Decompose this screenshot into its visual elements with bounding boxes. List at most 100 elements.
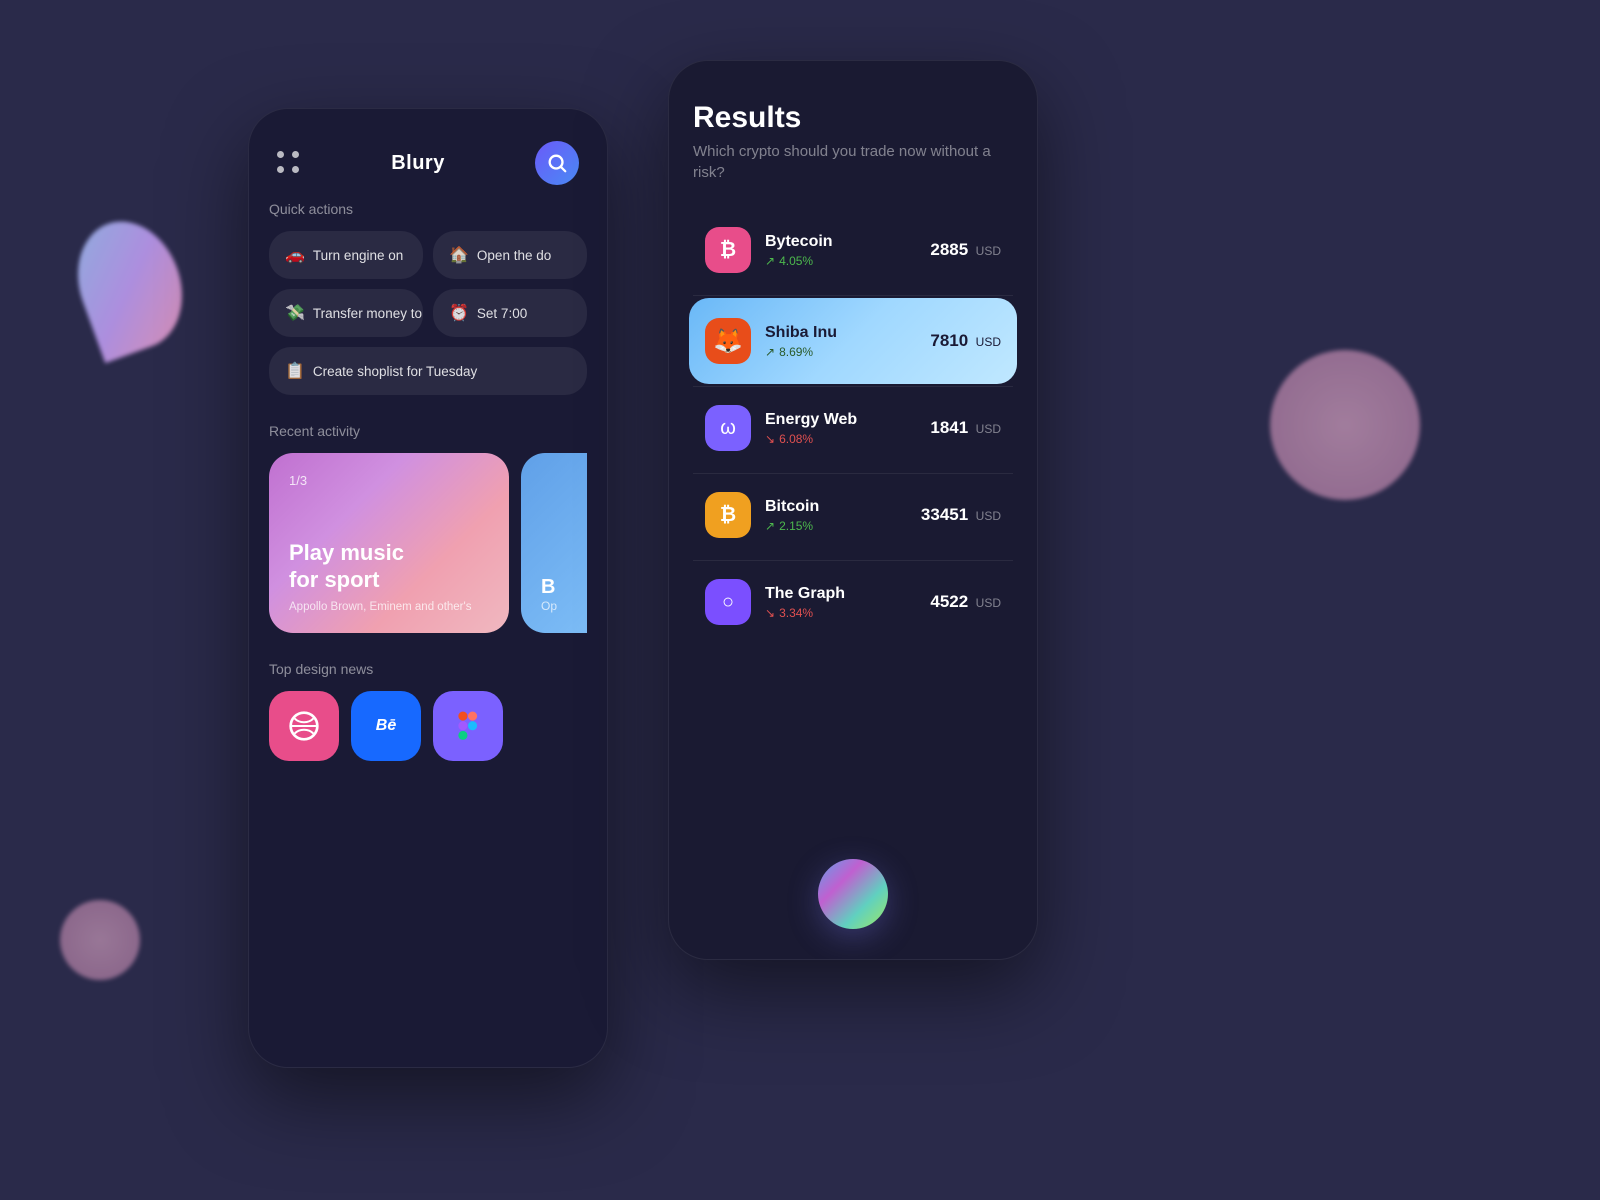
energy-change-value: 6.08% — [779, 432, 813, 446]
menu-button[interactable] — [277, 151, 301, 175]
divider-2 — [693, 386, 1013, 387]
card-subtitle-music: Appollo Brown, Eminem and other's — [289, 601, 489, 613]
app-title: Blury — [391, 152, 445, 175]
decorative-blob-pink-large — [1270, 350, 1420, 500]
phone-header: Blury — [249, 109, 607, 201]
search-button[interactable] — [535, 141, 579, 185]
action-shoplist[interactable]: 📋 Create shoplist for Tuesday — [269, 347, 587, 395]
energy-price-unit: USD — [976, 422, 1001, 436]
right-phone: Results Which crypto should you trade no… — [668, 60, 1038, 960]
action-text-alarm: Set 7:00 — [477, 306, 527, 321]
card-counter: 1/3 — [289, 473, 489, 488]
shiba-icon: 🦊 — [705, 318, 751, 364]
siri-assistant-ball[interactable] — [818, 859, 888, 929]
graph-price-num: 4522 — [930, 592, 968, 611]
divider-1 — [693, 295, 1013, 296]
bytecoin-change: ↗ 4.05% — [765, 254, 916, 268]
crypto-item-energy[interactable]: ω Energy Web ↘ 6.08% 1841 USD — [693, 389, 1013, 467]
car-emoji: 🚗 — [285, 245, 305, 265]
dribbble-button[interactable] — [269, 691, 339, 761]
crypto-list: ₿ Bytecoin ↗ 4.05% 2885 USD 🦊 Shiba Inu — [693, 211, 1013, 839]
crypto-item-shiba[interactable]: 🦊 Shiba Inu ↗ 8.69% 7810 USD — [689, 298, 1017, 384]
shiba-trend-arrow: ↗ — [765, 345, 775, 359]
energy-icon: ω — [705, 405, 751, 451]
news-icons: Bē — [269, 691, 587, 761]
graph-info: The Graph ↘ 3.34% — [765, 585, 916, 620]
action-set-alarm[interactable]: ⏰ Set 7:00 — [433, 289, 587, 337]
phone-content: Quick actions 🚗 Turn engine on 🏠 Open th… — [249, 201, 607, 1067]
energy-info: Energy Web ↘ 6.08% — [765, 411, 916, 446]
card-secondary-action: Op — [541, 599, 587, 613]
graph-name: The Graph — [765, 585, 916, 603]
action-open-door[interactable]: 🏠 Open the do — [433, 231, 587, 279]
shiba-price: 7810 USD — [930, 331, 1001, 351]
graph-price-unit: USD — [976, 596, 1001, 610]
alarm-emoji: ⏰ — [449, 303, 469, 323]
bytecoin-icon: ₿ — [705, 227, 751, 273]
card-secondary-label: B — [541, 576, 587, 599]
activity-cards: 1/3 Play musicfor sport Appollo Brown, E… — [269, 453, 587, 633]
divider-4 — [693, 560, 1013, 561]
bitcoin-price-num: 33451 — [921, 505, 968, 524]
crypto-item-bitcoin[interactable]: ₿ Bitcoin ↗ 2.15% 33451 USD — [693, 476, 1013, 554]
shiba-change-value: 8.69% — [779, 345, 813, 359]
bitcoin-icon: ₿ — [705, 492, 751, 538]
energy-price-num: 1841 — [930, 418, 968, 437]
action-text-shoplist: Create shoplist for Tuesday — [313, 364, 477, 379]
crypto-item-graph[interactable]: ○ The Graph ↘ 3.34% 4522 USD — [693, 563, 1013, 641]
graph-icon: ○ — [705, 579, 751, 625]
graph-price: 4522 USD — [930, 592, 1001, 612]
shiba-price-num: 7810 — [930, 331, 968, 350]
behance-label: Bē — [376, 717, 396, 735]
energy-change: ↘ 6.08% — [765, 432, 916, 446]
top-news-title: Top design news — [269, 661, 587, 677]
bitcoin-price: 33451 USD — [921, 505, 1001, 525]
house-emoji: 🏠 — [449, 245, 469, 265]
shiba-info: Shiba Inu ↗ 8.69% — [765, 324, 916, 359]
money-emoji: 💸 — [285, 303, 305, 323]
recent-activity-title: Recent activity — [269, 423, 587, 439]
energy-trend-arrow: ↘ — [765, 432, 775, 446]
bitcoin-trend-arrow: ↗ — [765, 519, 775, 533]
bitcoin-change-value: 2.15% — [779, 519, 813, 533]
top-news-section: Top design news Bē — [269, 661, 587, 761]
bitcoin-price-unit: USD — [976, 509, 1001, 523]
quick-actions-section: Quick actions 🚗 Turn engine on 🏠 Open th… — [269, 201, 587, 395]
shiba-change: ↗ 8.69% — [765, 345, 916, 359]
shiba-price-unit: USD — [976, 335, 1001, 349]
graph-trend-arrow: ↘ — [765, 606, 775, 620]
quick-actions-grid: 🚗 Turn engine on 🏠 Open the do 💸 Transfe… — [269, 231, 587, 395]
energy-name: Energy Web — [765, 411, 916, 429]
bytecoin-trend-arrow: ↗ — [765, 254, 775, 268]
activity-card-secondary[interactable]: B Op — [521, 453, 587, 633]
activity-card-music[interactable]: 1/3 Play musicfor sport Appollo Brown, E… — [269, 453, 509, 633]
energy-price: 1841 USD — [930, 418, 1001, 438]
results-title: Results — [693, 101, 1013, 135]
bytecoin-change-value: 4.05% — [779, 254, 813, 268]
bitcoin-change: ↗ 2.15% — [765, 519, 907, 533]
action-text-engine: Turn engine on — [313, 248, 403, 263]
bytecoin-price: 2885 USD — [930, 240, 1001, 260]
bytecoin-info: Bytecoin ↗ 4.05% — [765, 233, 916, 268]
action-text-transfer: Transfer money to... — [313, 306, 423, 321]
figma-button[interactable] — [433, 691, 503, 761]
action-turn-engine[interactable]: 🚗 Turn engine on — [269, 231, 423, 279]
action-text-door: Open the do — [477, 248, 551, 263]
decorative-blob-teardrop — [61, 207, 199, 363]
results-subtitle: Which crypto should you trade now withou… — [693, 141, 1013, 183]
bitcoin-info: Bitcoin ↗ 2.15% — [765, 498, 907, 533]
bytecoin-price-unit: USD — [976, 244, 1001, 258]
bytecoin-name: Bytecoin — [765, 233, 916, 251]
clipboard-emoji: 📋 — [285, 361, 305, 381]
action-transfer-money[interactable]: 💸 Transfer money to... — [269, 289, 423, 337]
crypto-item-bytecoin[interactable]: ₿ Bytecoin ↗ 4.05% 2885 USD — [693, 211, 1013, 289]
left-phone: Blury Quick actions 🚗 Turn engine on 🏠 O… — [248, 108, 608, 1068]
behance-button[interactable]: Bē — [351, 691, 421, 761]
bitcoin-name: Bitcoin — [765, 498, 907, 516]
graph-change: ↘ 3.34% — [765, 606, 916, 620]
divider-3 — [693, 473, 1013, 474]
shiba-name: Shiba Inu — [765, 324, 916, 342]
bytecoin-price-num: 2885 — [930, 240, 968, 259]
card-title-music: Play musicfor sport — [289, 540, 489, 593]
quick-actions-title: Quick actions — [269, 201, 587, 217]
